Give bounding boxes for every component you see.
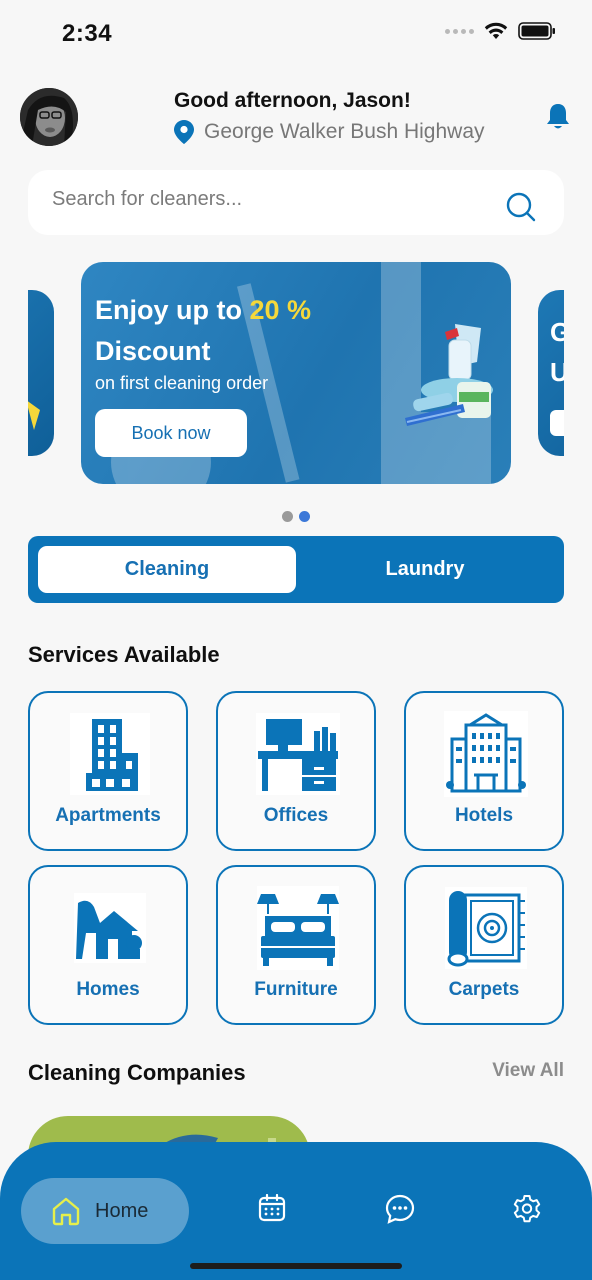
banner-subtitle: on first cleaning order — [95, 373, 269, 393]
nav-home-label: Home — [95, 1199, 149, 1222]
bottom-navigation: Home — [0, 1142, 592, 1280]
service-label: Apartments — [55, 805, 161, 826]
office-desk-icon — [254, 711, 342, 797]
location-selector[interactable]: George Walker Bush Highway — [174, 120, 485, 144]
promo-carousel[interactable]: Enjoy up to 20 % Discount on first clean… — [28, 262, 564, 484]
service-card-furniture[interactable]: Furniture — [216, 865, 376, 1025]
banner-title-suffix: Discount — [95, 336, 211, 366]
companies-section-title: Cleaning Companies — [28, 1060, 246, 1085]
greeting-text: Good afternoon, Jason! — [174, 89, 411, 112]
banner-title: Enjoy up to 20 % Discount — [95, 290, 355, 372]
home-icon — [52, 1197, 80, 1226]
location-text: George Walker Bush Highway — [204, 120, 485, 143]
service-label: Hotels — [454, 805, 514, 826]
avatar-image — [20, 88, 78, 146]
wifi-icon — [484, 22, 508, 39]
service-card-carpets[interactable]: Carpets — [404, 865, 564, 1025]
location-pin-icon — [174, 120, 194, 144]
calendar-icon — [258, 1193, 286, 1222]
services-section-title: Services Available — [28, 642, 220, 667]
header: Good afternoon, Jason! George Walker Bus… — [20, 88, 572, 148]
promo-card-next-text: G U — [550, 317, 564, 387]
promo-card-previous-art — [28, 401, 40, 430]
status-time: 2:34 — [62, 20, 113, 47]
promo-banner[interactable]: Enjoy up to 20 % Discount on first clean… — [81, 262, 511, 484]
service-type-toggle: Cleaning Laundry — [28, 536, 564, 603]
banner-discount: 20 % — [249, 295, 312, 325]
nav-home[interactable]: Home — [21, 1178, 189, 1244]
cleaning-supplies-image — [405, 324, 493, 426]
carousel-dot-1[interactable] — [282, 511, 293, 522]
avatar[interactable] — [20, 88, 78, 146]
battery-icon — [518, 22, 555, 40]
book-now-button[interactable]: Book now — [95, 409, 247, 457]
search-input[interactable] — [52, 188, 472, 211]
home-indicator — [190, 1263, 402, 1269]
tab-cleaning[interactable]: Cleaning — [38, 546, 296, 593]
service-card-apartments[interactable]: Apartments — [28, 691, 188, 851]
search-bar — [28, 170, 564, 235]
cellular-signal-icon — [445, 28, 474, 34]
service-label: Offices — [263, 805, 329, 826]
service-label: Homes — [76, 979, 140, 1000]
service-label: Carpets — [448, 979, 520, 1000]
nav-calendar[interactable] — [258, 1193, 286, 1227]
search-icon[interactable] — [506, 192, 536, 222]
bell-icon — [547, 104, 569, 129]
status-bar: 2:34 — [0, 0, 592, 66]
tab-laundry[interactable]: Laundry — [296, 546, 554, 593]
promo-card-next-button[interactable] — [550, 410, 564, 436]
hotel-icon — [442, 711, 530, 797]
settings-icon — [513, 1195, 541, 1223]
bed-icon — [254, 885, 342, 971]
home-icon — [66, 885, 154, 971]
carousel-indicator — [282, 511, 310, 522]
promo-card-previous[interactable] — [28, 290, 54, 456]
view-all-link[interactable]: View All — [492, 1060, 564, 1082]
notification-button[interactable] — [546, 103, 570, 136]
nav-messages[interactable] — [385, 1194, 415, 1229]
status-icons — [445, 22, 556, 40]
service-card-offices[interactable]: Offices — [216, 691, 376, 851]
chat-icon — [385, 1194, 415, 1224]
apartment-building-icon — [66, 711, 154, 797]
service-card-hotels[interactable]: Hotels — [404, 691, 564, 851]
service-label: Furniture — [254, 979, 338, 1000]
banner-title-prefix: Enjoy up to — [95, 295, 250, 325]
promo-card-next[interactable]: G U — [538, 290, 564, 456]
service-card-homes[interactable]: Homes — [28, 865, 188, 1025]
carousel-dot-2[interactable] — [299, 511, 310, 522]
nav-settings[interactable] — [512, 1194, 542, 1229]
carpet-roll-icon — [442, 885, 530, 971]
